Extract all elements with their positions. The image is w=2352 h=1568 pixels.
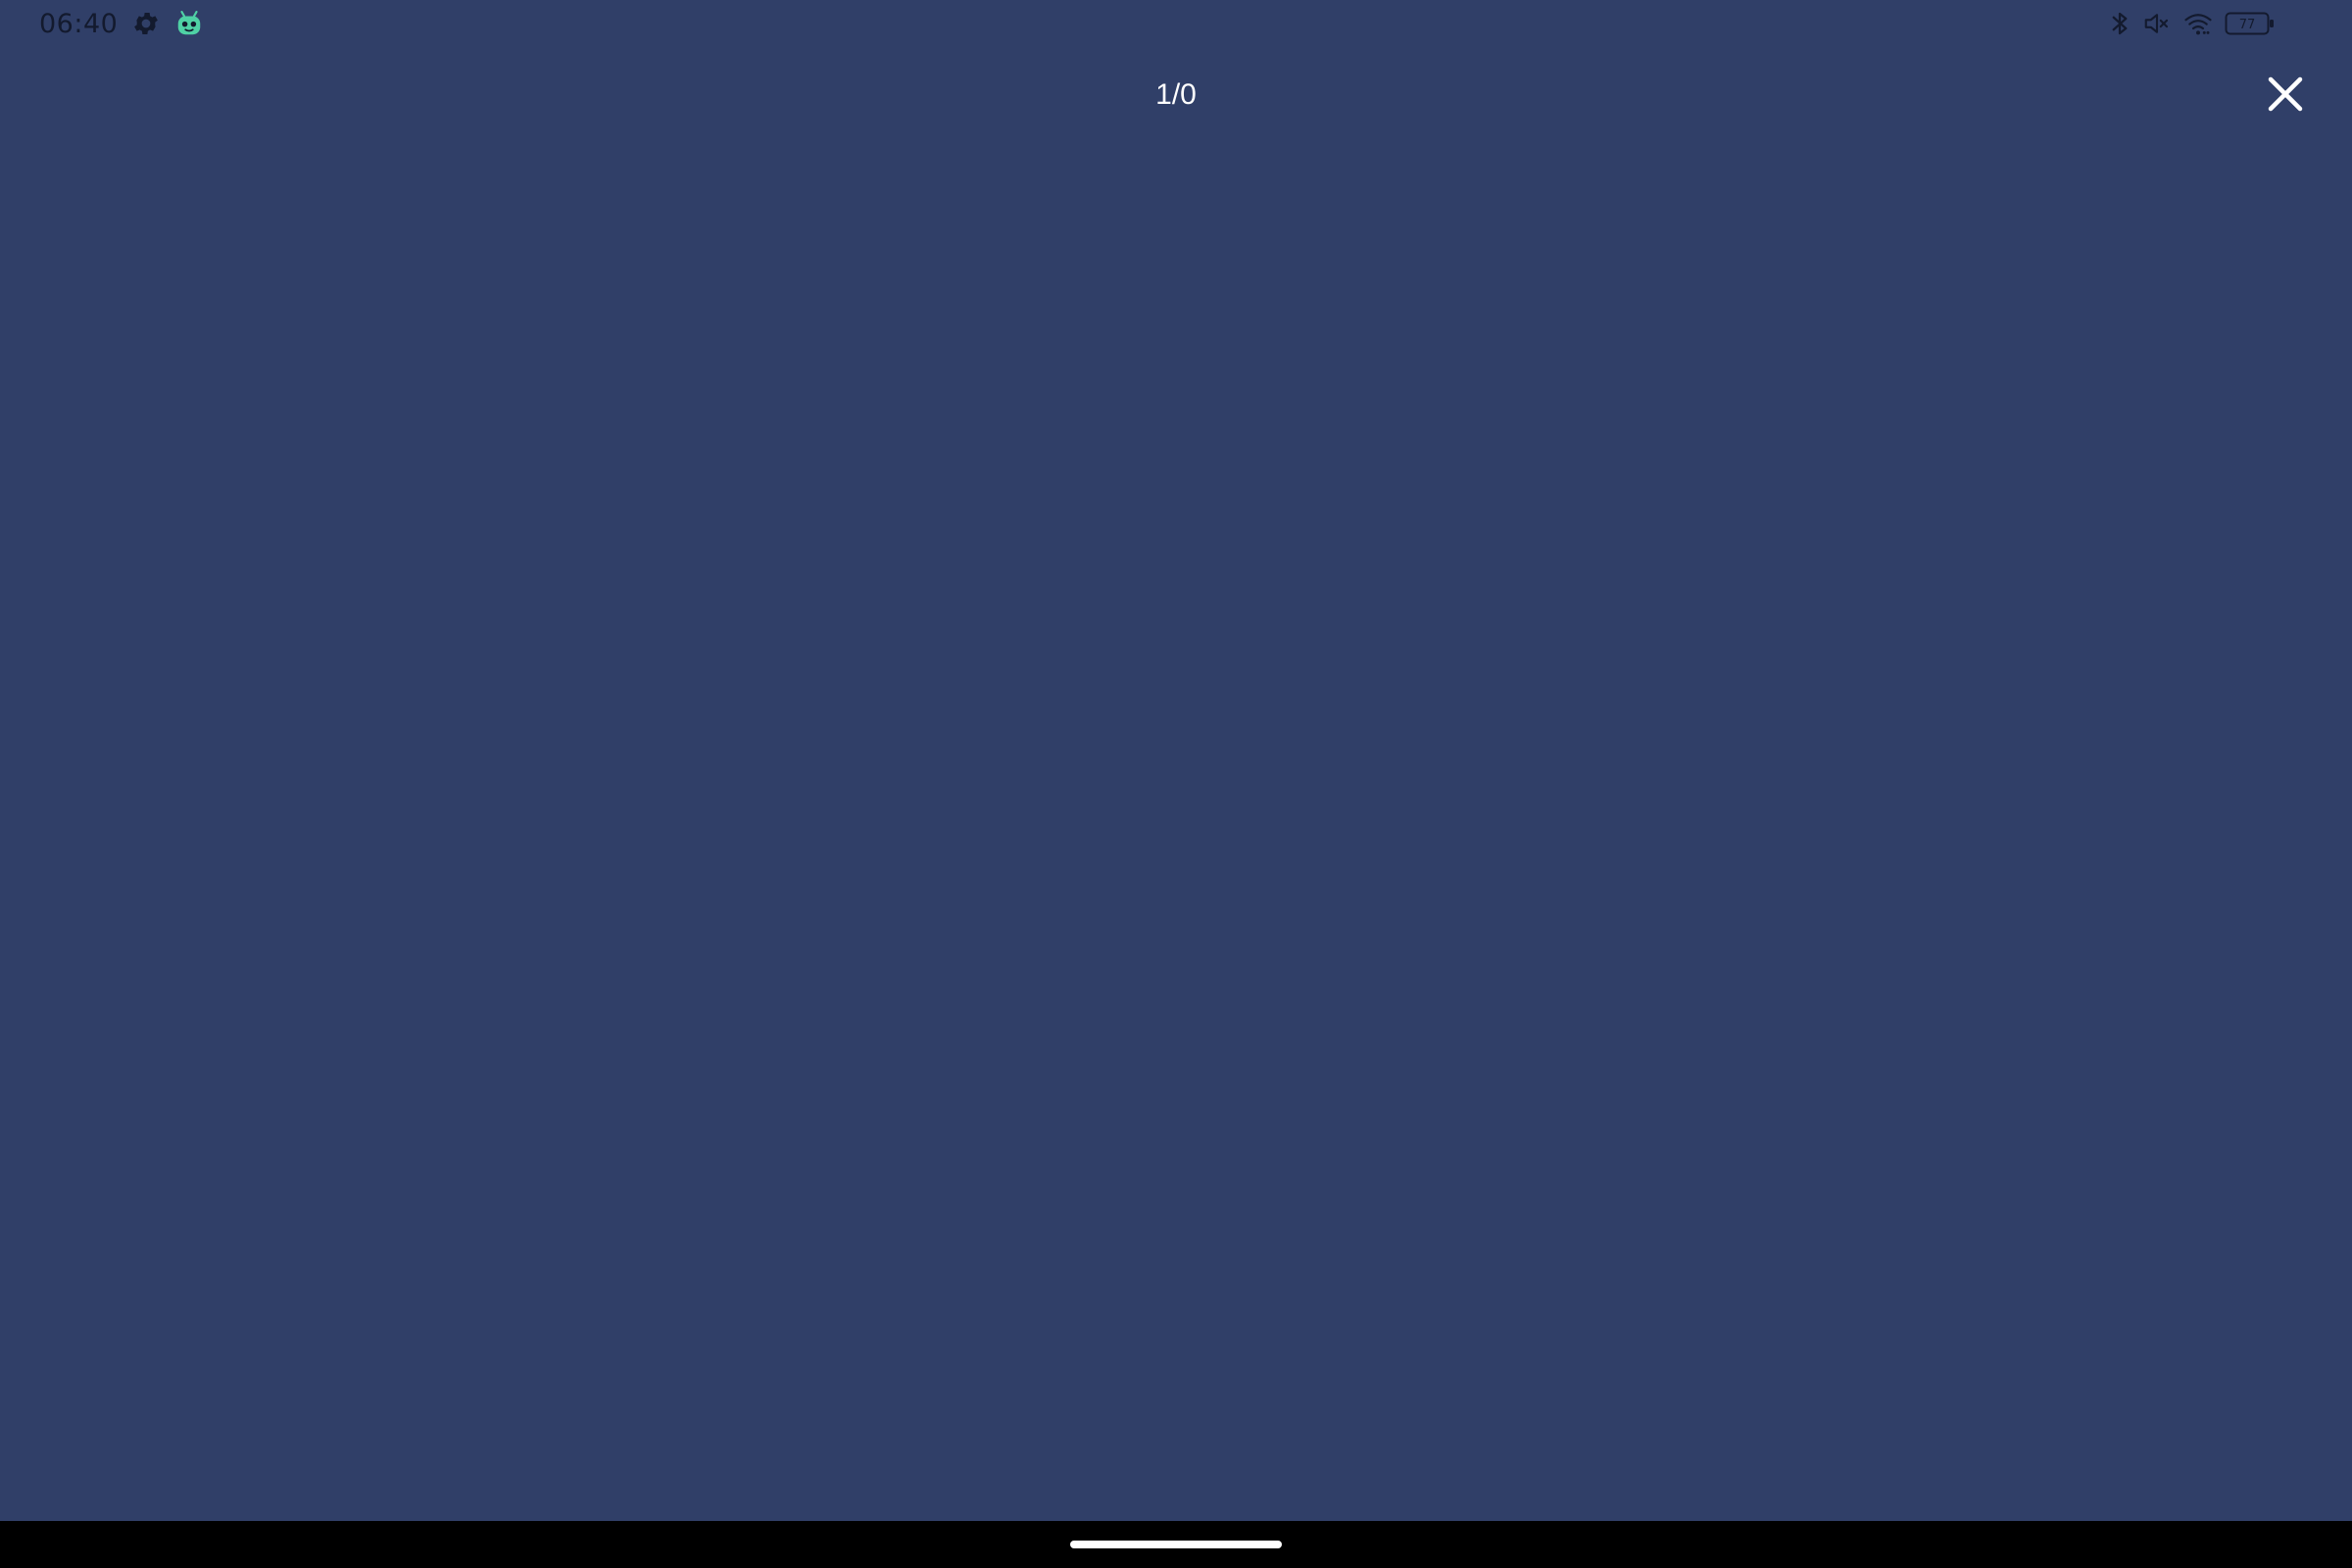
page-counter: 1/0 bbox=[1155, 78, 1197, 111]
navigation-bar bbox=[0, 1521, 2352, 1568]
gear-icon bbox=[131, 9, 161, 38]
image-content-area[interactable] bbox=[0, 137, 2352, 1521]
status-time: 06:40 bbox=[39, 8, 119, 39]
android-robot-icon bbox=[174, 9, 204, 38]
status-bar: 06:40 77 bbox=[0, 0, 2352, 47]
battery-level: 77 bbox=[2239, 18, 2256, 32]
volume-mute-icon bbox=[2142, 9, 2172, 38]
status-bar-left: 06:40 bbox=[39, 6, 204, 41]
screen: 06:40 77 1/0 bbox=[0, 0, 2352, 1568]
close-button[interactable] bbox=[2254, 65, 2317, 127]
bluetooth-icon bbox=[2109, 9, 2131, 38]
status-bar-right: 77 bbox=[2109, 8, 2276, 39]
image-viewer: 06:40 77 1/0 bbox=[0, 0, 2352, 1521]
home-indicator[interactable] bbox=[1070, 1541, 1282, 1548]
wifi-icon bbox=[2183, 9, 2213, 38]
battery-icon: 77 bbox=[2225, 10, 2276, 37]
close-icon bbox=[2266, 74, 2305, 118]
